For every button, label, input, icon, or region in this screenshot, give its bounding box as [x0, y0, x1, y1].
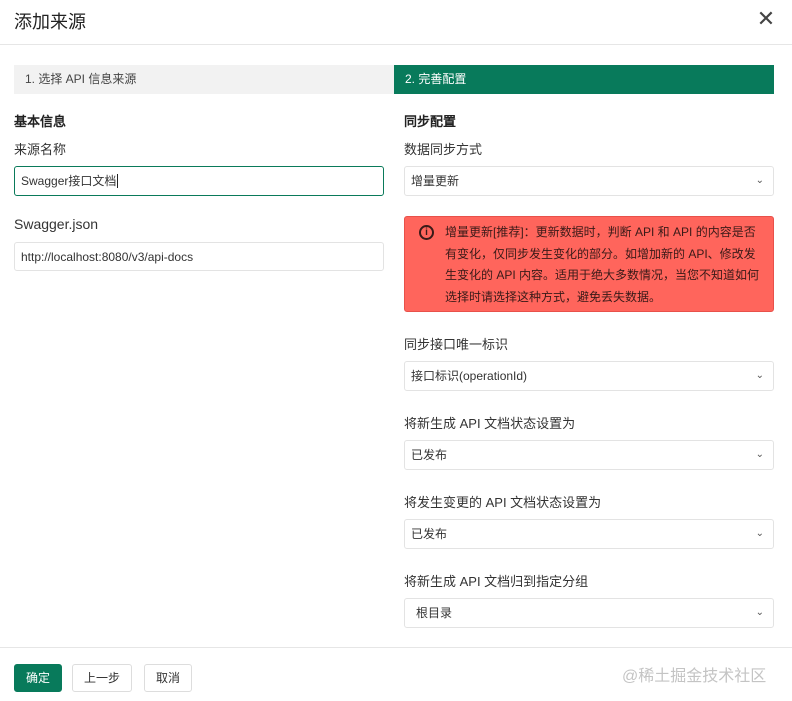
unique-id-value: 接口标识(operationId): [411, 369, 528, 383]
chevron-down-icon: ⌄: [755, 370, 764, 381]
unique-id-label: 同步接口唯一标识: [404, 337, 509, 352]
source-name-value: Swagger接口文档: [21, 174, 117, 188]
info-icon: i: [419, 225, 434, 240]
cancel-button[interactable]: 取消: [144, 664, 193, 692]
close-icon[interactable]: ✕: [756, 6, 776, 32]
chevron-down-icon: ⌄: [755, 528, 764, 539]
sync-mode-select[interactable]: 增量更新 ⌄: [404, 166, 774, 196]
chevron-down-icon: ⌄: [755, 449, 764, 460]
group-select[interactable]: 根目录 ⌄: [404, 598, 774, 628]
alert-text: 增量更新[推荐]：更新数据时，判断 API 和 API 的内容是否有变化，仅同步…: [445, 225, 760, 304]
sync-mode-alert: i 增量更新[推荐]：更新数据时，判断 API 和 API 的内容是否有变化，仅同…: [404, 216, 774, 312]
text-cursor: [117, 174, 119, 188]
swagger-url-input[interactable]: http://localhost:8080/v3/api-docs: [14, 242, 384, 271]
swagger-json-label: Swagger.json: [14, 216, 99, 232]
new-status-value: 已发布: [411, 448, 448, 462]
unique-id-select[interactable]: 接口标识(operationId) ⌄: [404, 361, 774, 391]
group-label: 将新生成 API 文档归到指定分组: [404, 574, 589, 589]
basic-info-heading: 基本信息: [14, 114, 67, 129]
changed-status-select[interactable]: 已发布 ⌄: [404, 519, 774, 549]
dialog-title: 添加来源: [14, 12, 86, 32]
sync-mode-value: 增量更新: [411, 174, 460, 188]
previous-step-button[interactable]: 上一步: [72, 664, 133, 692]
new-status-label: 将新生成 API 文档状态设置为: [404, 416, 576, 431]
chevron-down-icon: ⌄: [755, 607, 764, 618]
changed-status-label: 将发生变更的 API 文档状态设置为: [404, 495, 602, 510]
chevron-down-icon: ⌄: [755, 175, 764, 186]
confirm-button[interactable]: 确定: [14, 664, 63, 692]
new-status-select[interactable]: 已发布 ⌄: [404, 440, 774, 470]
footer-divider: [0, 647, 792, 648]
source-name-input[interactable]: Swagger接口文档: [14, 166, 384, 196]
sync-mode-label: 数据同步方式: [404, 142, 483, 157]
header-divider: [0, 44, 792, 45]
step-2-active[interactable]: 2. 完善配置: [394, 65, 774, 94]
changed-status-value: 已发布: [411, 527, 448, 541]
step-1[interactable]: 1. 选择 API 信息来源: [14, 65, 394, 94]
sync-config-heading: 同步配置: [404, 114, 457, 129]
group-value: 根目录: [416, 606, 453, 620]
source-name-label: 来源名称: [14, 142, 67, 157]
watermark: @稀土掘金技术社区: [622, 668, 767, 685]
